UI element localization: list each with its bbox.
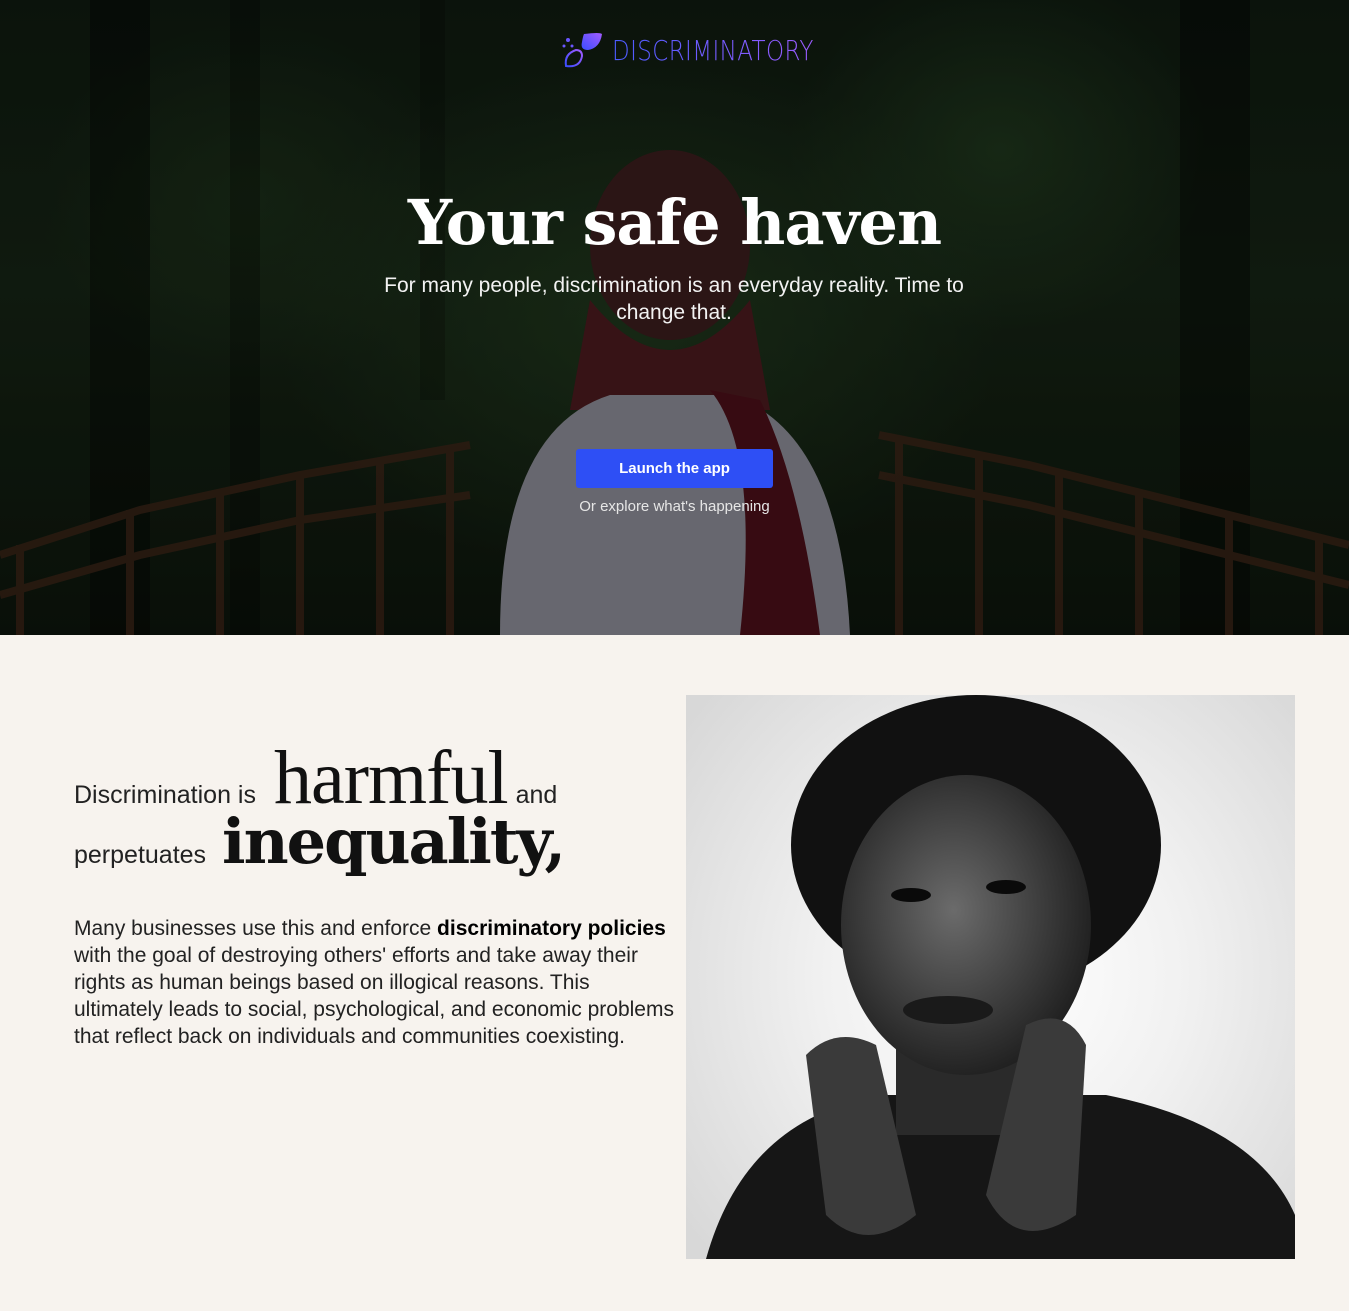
body-intro: Many businesses use this and enforce [74,917,438,940]
explore-link[interactable]: Or explore what's happening [0,498,1349,515]
leaf-dots-icon [562,33,602,68]
portrait-woman [706,695,1295,1259]
hero-title: Your safe haven [407,186,942,259]
body-rest: with the goal of destroying others' effo… [74,944,674,1048]
statement-body: Many businesses use this and enforce dis… [74,915,674,1050]
brand-name: DISCRIMINATORY [612,33,814,67]
headline-prefix-2: perpetuates [74,841,207,869]
statement-headline: Discrimination is harmful and perpetuate… [74,735,674,878]
hero-section: DISCRIMINATORY Your safe haven For many … [0,0,1349,635]
headline-emphasis-inequality: inequality, [222,805,566,878]
brand-logo[interactable]: DISCRIMINATORY [560,28,858,72]
hero-subtitle: For many people, discrimination is an ev… [384,274,964,324]
launch-app-button[interactable]: Launch the app [576,449,773,488]
statement-section: Discrimination is harmful and perpetuate… [0,635,1349,1311]
portrait-image [686,695,1295,1259]
body-bold: discriminatory policies [437,917,666,940]
